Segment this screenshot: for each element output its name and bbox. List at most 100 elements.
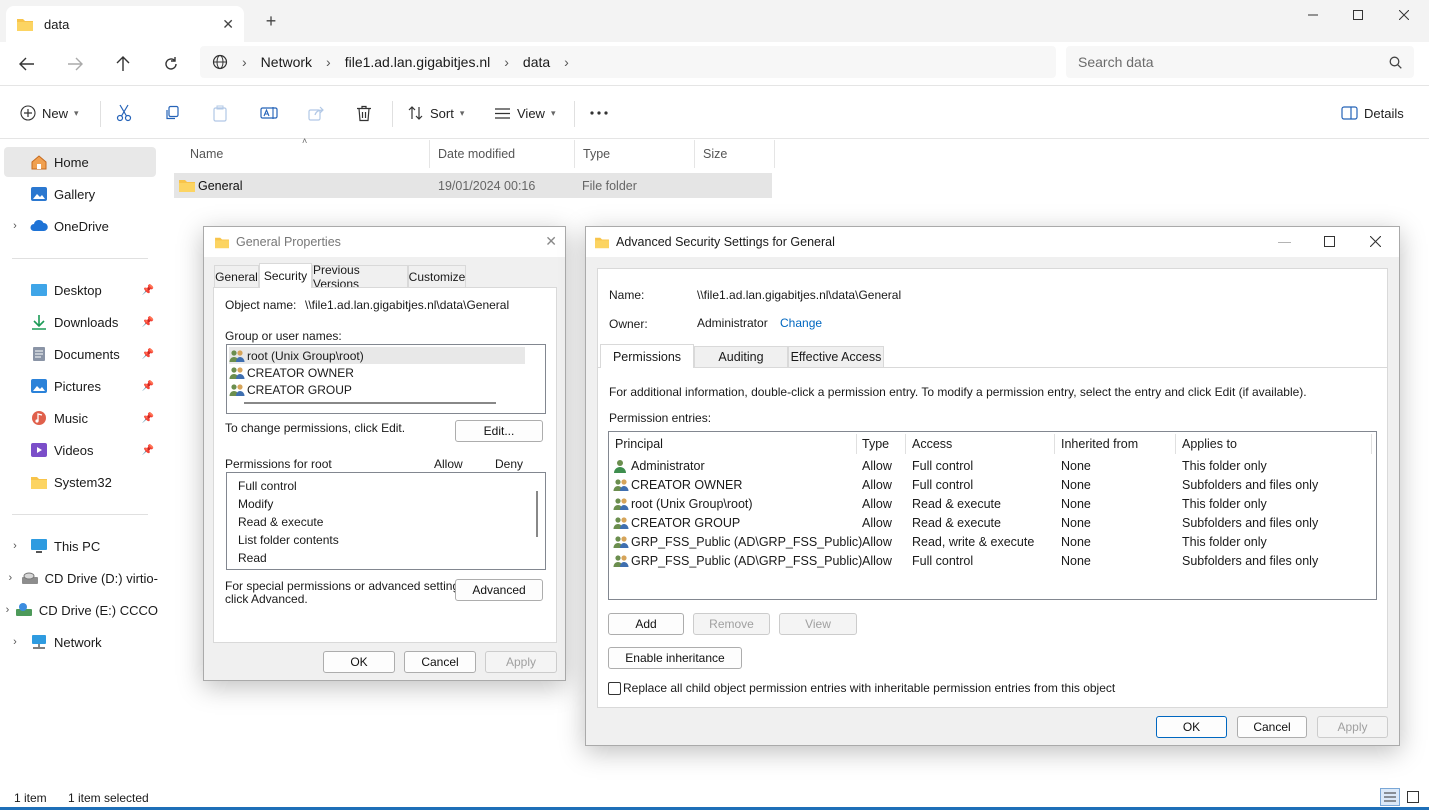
header-access[interactable]: Access	[912, 437, 952, 451]
sidebar-item-pictures[interactable]: Pictures 📌	[0, 371, 158, 401]
chevron-right-icon[interactable]: ›	[564, 54, 569, 70]
column-header-name[interactable]: Name	[182, 140, 430, 168]
close-window-button[interactable]	[1381, 0, 1427, 30]
table-row[interactable]: Administrator Allow Full control None Th…	[609, 456, 1375, 475]
breadcrumb-network[interactable]: Network	[261, 54, 312, 70]
chevron-right-icon[interactable]: ›	[0, 636, 30, 648]
advanced-button[interactable]: Advanced	[455, 579, 543, 601]
pin-icon[interactable]: 📌	[142, 445, 154, 456]
column-divider[interactable]	[1054, 434, 1055, 454]
apply-button[interactable]: Apply	[485, 651, 557, 673]
table-row[interactable]: root (Unix Group\root) Allow Read & exec…	[609, 494, 1375, 513]
list-item[interactable]: CREATOR OWNER	[229, 364, 525, 381]
breadcrumb-server[interactable]: file1.ad.lan.gigabitjes.nl	[345, 54, 491, 70]
cancel-button[interactable]: Cancel	[1237, 716, 1307, 738]
close-icon[interactable]: ✕	[545, 233, 557, 250]
sidebar-item-downloads[interactable]: Downloads 📌	[0, 307, 158, 337]
cut-button[interactable]	[116, 101, 132, 125]
chevron-right-icon[interactable]: ›	[0, 572, 21, 584]
tab-security[interactable]: Security	[259, 263, 312, 288]
enable-inheritance-button[interactable]: Enable inheritance	[608, 647, 742, 669]
sidebar-item-home[interactable]: Home	[4, 147, 156, 177]
sidebar-item-videos[interactable]: Videos 📌	[0, 435, 158, 465]
view-button[interactable]: View	[779, 613, 857, 635]
replace-checkbox-label[interactable]: Replace all child object permission entr…	[623, 681, 1115, 695]
tab-auditing[interactable]: Auditing	[694, 346, 788, 367]
chevron-right-icon[interactable]: ›	[0, 604, 15, 616]
search-input[interactable]: Search data	[1066, 46, 1414, 78]
sidebar-item-documents[interactable]: Documents 📌	[0, 339, 158, 369]
sidebar-item-this-pc[interactable]: › This PC	[0, 531, 158, 561]
sidebar-item-gallery[interactable]: Gallery	[0, 179, 158, 209]
sidebar-item-cd-drive-d[interactable]: › CD Drive (D:) virtio-	[0, 563, 158, 593]
column-header-date[interactable]: Date modified	[430, 140, 575, 168]
tab-effective-access[interactable]: Effective Access	[788, 346, 884, 367]
back-button[interactable]	[13, 50, 41, 78]
sort-button[interactable]: Sort ▾	[408, 101, 464, 125]
cancel-button[interactable]: Cancel	[404, 651, 476, 673]
permission-entries-table[interactable]: Principal Type Access Inherited from App…	[608, 431, 1377, 600]
add-button[interactable]: Add	[608, 613, 684, 635]
new-button[interactable]: New ▾	[20, 101, 79, 125]
details-pane-button[interactable]: Details	[1341, 101, 1404, 125]
column-divider[interactable]	[1371, 434, 1372, 454]
forward-button[interactable]	[61, 50, 89, 78]
sidebar-item-desktop[interactable]: Desktop 📌	[0, 275, 158, 305]
delete-button[interactable]	[356, 101, 372, 125]
header-applies[interactable]: Applies to	[1182, 437, 1237, 451]
tab-customize[interactable]: Customize	[408, 265, 466, 287]
pin-icon[interactable]: 📌	[142, 317, 154, 328]
pin-icon[interactable]: 📌	[142, 285, 154, 296]
column-header-size[interactable]: Size	[695, 140, 775, 168]
minimize-button[interactable]	[1290, 0, 1336, 30]
change-owner-link[interactable]: Change	[780, 316, 822, 330]
ok-button[interactable]: OK	[1156, 716, 1227, 738]
remove-button[interactable]: Remove	[693, 613, 770, 635]
minimize-icon[interactable]: —	[1278, 234, 1291, 249]
tab-data[interactable]: data ✕	[6, 6, 244, 42]
table-row[interactable]: CREATOR GROUP Allow Read & execute None …	[609, 513, 1375, 532]
sidebar-item-music[interactable]: Music 📌	[0, 403, 158, 433]
refresh-button[interactable]	[157, 50, 185, 78]
close-tab-icon[interactable]: ✕	[222, 16, 234, 33]
pin-icon[interactable]: 📌	[142, 381, 154, 392]
permissions-list[interactable]: Full control Modify Read & execute List …	[226, 472, 546, 570]
rename-button[interactable]	[260, 101, 278, 125]
group-list[interactable]: root (Unix Group\root) CREATOR OWNER CRE…	[226, 344, 546, 414]
column-header-type[interactable]: Type	[575, 140, 695, 168]
details-view-button[interactable]	[1380, 788, 1400, 806]
horizontal-scrollbar[interactable]	[244, 402, 496, 404]
table-row[interactable]: CREATOR OWNER Allow Full control None Su…	[609, 475, 1375, 494]
more-options-button[interactable]	[590, 101, 608, 125]
tab-permissions[interactable]: Permissions	[600, 344, 694, 368]
sidebar-item-system32[interactable]: System32	[0, 467, 158, 497]
ok-button[interactable]: OK	[323, 651, 395, 673]
sidebar-item-onedrive[interactable]: › OneDrive	[0, 211, 158, 241]
maximize-button[interactable]	[1335, 0, 1381, 30]
maximize-icon[interactable]	[1324, 236, 1335, 247]
list-item[interactable]: root (Unix Group\root)	[229, 347, 525, 364]
file-row[interactable]: General 19/01/2024 00:16 File folder	[174, 173, 772, 198]
view-button[interactable]: View ▾	[494, 101, 555, 125]
header-inherited[interactable]: Inherited from	[1061, 437, 1138, 451]
apply-button[interactable]: Apply	[1317, 716, 1388, 738]
up-button[interactable]	[109, 50, 137, 78]
pin-icon[interactable]: 📌	[142, 349, 154, 360]
sidebar-item-network[interactable]: › Network	[0, 627, 158, 657]
column-divider[interactable]	[856, 434, 857, 454]
header-type[interactable]: Type	[862, 437, 889, 451]
copy-button[interactable]	[164, 101, 180, 125]
vertical-scrollbar[interactable]	[536, 491, 538, 537]
tiles-view-button[interactable]	[1404, 788, 1422, 806]
sidebar-item-cd-drive-e[interactable]: › CD Drive (E:) CCCO	[0, 595, 158, 625]
breadcrumb-data[interactable]: data	[523, 54, 550, 70]
paste-button[interactable]	[212, 101, 228, 125]
replace-checkbox[interactable]	[608, 682, 621, 695]
chevron-right-icon[interactable]: ›	[0, 220, 30, 232]
edit-button[interactable]: Edit...	[455, 420, 543, 442]
share-button[interactable]	[308, 101, 325, 125]
tab-general[interactable]: General	[214, 265, 259, 287]
header-principal[interactable]: Principal	[615, 437, 663, 451]
table-row[interactable]: GRP_FSS_Public (AD\GRP_FSS_Public) Allow…	[609, 551, 1375, 570]
tab-previous-versions[interactable]: Previous Versions	[312, 263, 408, 291]
